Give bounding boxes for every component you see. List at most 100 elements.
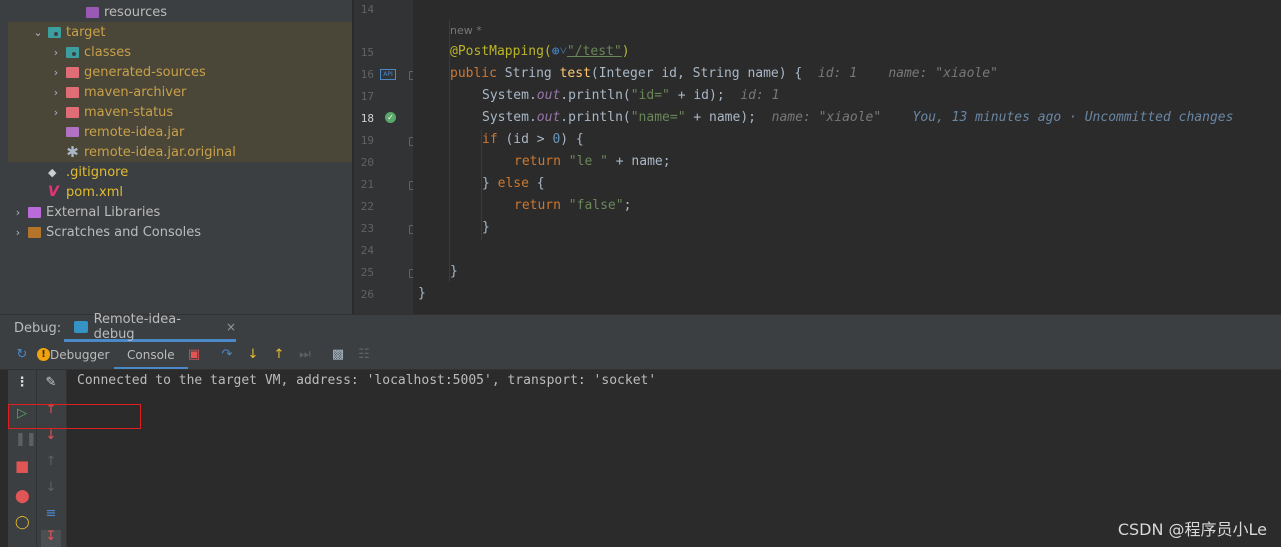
code-line-17[interactable]: System.out.println("id=" + id); id: 1 [417,85,1281,107]
code-line-26[interactable]: } [417,283,1281,305]
usage-hint[interactable]: new * [450,24,482,37]
breakpoint-verified-icon[interactable]: ✓ [385,112,396,123]
watermark: CSDN @程序员小Le [1117,520,1267,539]
debug-actions-strip: ⋮ ▷ ❚❚ ■ ⬤ ◯ [8,370,37,547]
line-number: 16 [360,68,374,81]
previous-occurrence-icon[interactable]: ↑ [44,455,58,469]
globe-icon[interactable]: ⊕˅ [552,44,567,59]
rerun-icon[interactable]: ↻ [15,348,29,362]
line-number: 20 [360,156,374,169]
close-icon[interactable]: × [226,320,236,334]
step-into-icon[interactable]: ↓ [246,348,260,362]
line-number: 19 [360,134,374,147]
chevron-right-icon[interactable]: › [50,106,62,119]
classes-folder-icon [66,46,79,58]
tab-console[interactable]: Console [114,342,188,369]
excluded-folder-icon [48,26,61,38]
tree-item-classes[interactable]: › classes [8,42,352,62]
ide-window: resources ⌄ target › classes › generated… [0,0,1281,547]
show-execution-point-icon[interactable]: ▣ [187,348,201,362]
chevron-right-icon[interactable]: › [12,206,24,219]
soft-wrap-icon[interactable]: ≡ [44,507,58,521]
tree-item-gitignore[interactable]: ◆ .gitignore [8,162,352,182]
tree-item-target[interactable]: ⌄ target [8,22,352,42]
code-line-25[interactable]: } [417,261,1281,283]
folder-icon [66,106,79,118]
tree-item-remote-idea-jar-original[interactable]: ✱ remote-idea.jar.original [8,142,352,162]
console-output[interactable]: Connected to the target VM, address: 'lo… [67,370,1281,547]
tree-item-remote-idea-jar[interactable]: remote-idea.jar [8,122,352,142]
line-number: 14 [360,3,374,16]
chevron-right-icon[interactable]: › [12,226,24,239]
stop-icon[interactable]: ■ [15,459,29,474]
inline-debug-value: name: "xiaole" [755,110,882,125]
tree-item-external-libraries[interactable]: › External Libraries [8,202,352,222]
debug-toolbar: ↻ ! Debugger Console ▣ ↷ ↓ ↑ ⏭ ▩ ☷ [0,342,1281,370]
scratches-icon [28,226,41,238]
evaluate-expression-icon[interactable]: ▩ [331,348,345,362]
step-out-icon[interactable]: ↑ [272,348,286,362]
pause-program-icon[interactable]: ❚❚ [15,433,37,447]
tree-item-resources[interactable]: resources [8,2,352,22]
tree-item-scratches[interactable]: › Scratches and Consoles [8,222,352,242]
code-line-16[interactable]: public String test(Integer id, String na… [417,63,1281,85]
chevron-down-icon[interactable]: ⌄ [32,26,44,39]
code-line-15[interactable]: @PostMapping(⊕˅"/test") [417,41,1281,63]
line-number: 17 [360,90,374,103]
editor-gutter[interactable]: 14 15 16 API 17 18 ✓ 19 20 21 22 23 24 2… [353,0,418,314]
debug-tool-window-header: Debug: Remote-idea-debug × [0,312,1281,343]
maven-icon: V [48,183,59,200]
code-line-19[interactable]: if (id > 0) { [417,129,1281,151]
remote-debug-icon [74,321,88,333]
endpoint-icon[interactable]: API [380,69,396,80]
more-options-icon[interactable]: ⋮ [15,376,29,390]
chevron-right-icon[interactable]: › [50,86,62,99]
warning-icon: ! [37,348,50,361]
jar-icon [66,127,79,137]
inline-debug-value: id: 1 [724,88,780,103]
code-line-18[interactable]: System.out.println("name=" + name); name… [417,107,1281,129]
console-line: Connected to the target VM, address: 'lo… [77,373,657,388]
folder-icon [66,86,79,98]
gitignore-icon: ◆ [48,165,57,179]
layout-settings-icon[interactable]: ☷ [357,348,371,362]
tree-item-maven-archiver[interactable]: › maven-archiver [8,82,352,102]
chevron-right-icon[interactable]: › [50,66,62,79]
line-number: 15 [360,46,374,59]
git-blame-annotation: You, 13 minutes ago · Uncommitted change… [881,110,1234,125]
line-number: 23 [360,222,374,235]
clear-console-icon[interactable]: ✎ [44,376,58,390]
code-line-24[interactable] [417,239,1281,261]
console-actions-strip: ✎ ↑ ↓ ↑ ↓ ≡ ↧ [37,370,67,547]
scroll-to-end-icon[interactable]: ↧ [41,530,61,547]
project-tree: resources ⌄ target › classes › generated… [8,0,352,314]
down-stack-frame-icon[interactable]: ↓ [44,429,58,443]
code-line-21[interactable]: } else { [417,173,1281,195]
code-line-23[interactable]: } [417,217,1281,239]
line-number: 18 [360,112,374,125]
line-number: 24 [360,244,374,257]
next-occurrence-icon[interactable]: ↓ [44,481,58,495]
tab-remote-idea-debug[interactable]: Remote-idea-debug × [64,312,236,342]
code-line-20[interactable]: return "le " + name; [417,151,1281,173]
code-line-22[interactable]: return "false"; [417,195,1281,217]
line-number: 25 [360,266,374,279]
view-breakpoints-icon[interactable]: ⬤ [15,490,30,504]
chevron-right-icon[interactable]: › [50,46,62,59]
tab-debugger[interactable]: Debugger [50,342,109,369]
line-number: 21 [360,178,374,191]
resources-folder-icon [86,6,99,18]
tree-item-pom-xml[interactable]: V pom.xml [8,182,352,202]
tree-item-generated-sources[interactable]: › generated-sources [8,62,352,82]
step-over-icon[interactable]: ↷ [220,348,234,362]
debug-label: Debug: [14,321,62,336]
libraries-icon [28,206,41,218]
annotation-highlight-box [8,404,141,429]
folder-icon [66,66,79,78]
run-to-cursor-icon[interactable]: ⏭ [298,348,312,362]
line-number: 22 [360,200,374,213]
mute-breakpoints-icon[interactable]: ◯ [15,516,30,530]
code-editor[interactable]: new * @PostMapping(⊕˅"/test") public Str… [413,0,1281,314]
line-number: 26 [360,288,374,301]
tree-item-maven-status[interactable]: › maven-status [8,102,352,122]
